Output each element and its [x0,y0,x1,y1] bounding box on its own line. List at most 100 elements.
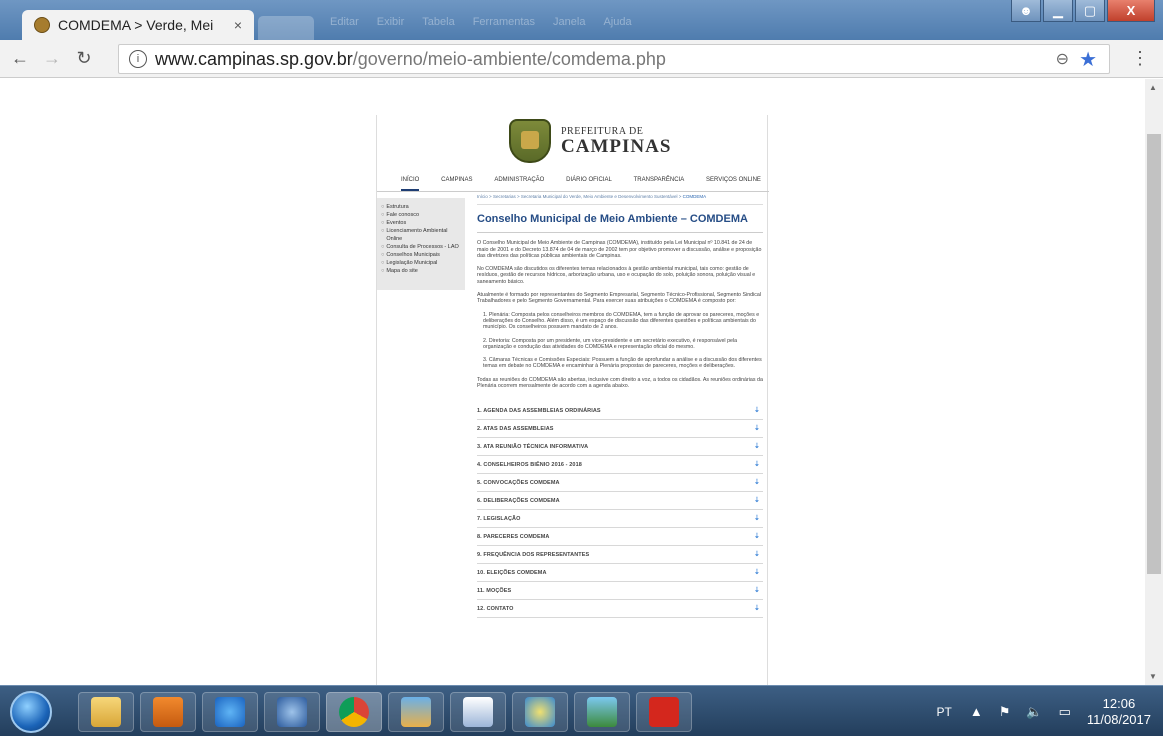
nav-item-transparencia[interactable]: TRANSPARÊNCIA [634,177,685,191]
info-icon[interactable]: i [129,50,147,68]
download-arrow-icon: ⇣ [754,496,760,504]
camaras-paragraph: 3. Câmaras Técnicas e Comissões Especiai… [483,357,762,370]
sidebar-item-licenciamento[interactable]: ○ Licenciamento Ambiental Online [381,227,461,243]
breadcrumb-link[interactable]: Secretarias [493,194,516,199]
language-indicator[interactable]: PT [937,705,952,719]
tab-close-icon[interactable]: × [234,17,242,33]
nav-item-administracao[interactable]: ADMINISTRAÇÃO [494,177,544,191]
breadcrumb-separator: > [516,194,520,199]
sidebar-item-legislacao[interactable]: ○ Legislação Municipal [381,259,461,267]
writer-document-icon[interactable] [450,692,506,732]
accordion-item[interactable]: 12. CONTATO ⇣ [477,600,763,619]
sidebar-item-label: Eventos [386,220,407,226]
media-player-icon[interactable] [140,692,196,732]
volume-icon[interactable]: 🔈 [1026,704,1042,720]
zoom-icon[interactable]: ⊖ [1056,49,1069,69]
accordion-item[interactable]: 1. AGENDA DAS ASSEMBLEIAS ORDINÁRIAS ⇣ [477,402,763,421]
forward-arrow-icon[interactable]: → [40,48,64,69]
bullet-icon: ○ [381,228,385,234]
sidebar-item-conselhos[interactable]: ○ Conselhos Municipais [381,251,461,259]
accordion-item[interactable]: 8. PARECERES COMDEMA ⇣ [477,528,763,547]
breadcrumb-link[interactable]: Início [477,194,488,199]
reload-icon[interactable]: ↻ [72,48,96,69]
prefeitura-logo[interactable]: PREFEITURA DE CAMPINAS [509,119,671,163]
new-tab-button[interactable] [258,16,314,40]
background-window-menu: Editar Exibir Tabela Ferramentas Janela … [330,16,632,28]
topics-paragraph: No COMDEMA são discutidos os diferentes … [477,266,756,285]
scroll-up-icon[interactable]: ▲ [1149,83,1157,92]
sidebar-item-label: Mapa do site [386,268,418,274]
nav-item-campinas[interactable]: CAMPINAS [441,177,472,191]
bg-menu-item: Ferramentas [472,16,536,28]
sidebar-item-label: Conselhos Municipais [386,252,440,258]
sidebar-item-fale-conosco[interactable]: ○ Fale conosco [381,211,461,219]
composition-paragraph: Atualmente é formado por representantes … [477,292,762,305]
sidebar-item-consulta-processos[interactable]: ○ Consulta de Processos - LAO [381,243,461,251]
accordion-list: 1. AGENDA DAS ASSEMBLEIAS ORDINÁRIAS ⇣ 2.… [477,402,763,619]
address-bar[interactable]: i www.campinas.sp.gov.br /governo/meio-a… [118,44,1110,74]
acrobat-reader-icon[interactable] [636,692,692,732]
accordion-item[interactable]: 10. ELEIÇÕES COMDEMA ⇣ [477,564,763,583]
sidebar-item-eventos[interactable]: ○ Eventos [381,219,461,227]
accordion-item[interactable]: 6. DELIBERAÇÕES COMDEMA ⇣ [477,492,763,511]
internet-explorer-icon[interactable] [202,692,258,732]
start-button[interactable] [10,691,52,733]
paint-icon[interactable] [512,692,568,732]
accordion-item[interactable]: 2. ATAS DAS ASSEMBLEIAS ⇣ [477,420,763,439]
coat-of-arms-icon [509,119,551,163]
breadcrumb-link[interactable]: Secretaria Municipal do Verde, Meio Ambi… [521,194,678,199]
sidebar-item-estrutura[interactable]: ○ Estrutura [381,203,461,211]
sidebar-item-label: Legislação Municipal [386,260,438,266]
bg-menu-item: Editar [330,16,359,28]
accordion-item[interactable]: 9. FREQUÊNCIA DOS REPRESENTANTES ⇣ [477,546,763,565]
action-center-flag-icon[interactable]: ⚑ [999,704,1011,720]
nav-item-inicio[interactable]: INÍCIO [401,177,420,191]
scroll-down-icon[interactable]: ▼ [1149,672,1157,681]
chrome-icon[interactable] [326,692,382,732]
window-controls: ☻ ▁ ▢ X [1011,0,1155,22]
accordion-label: 4. CONSELHEIROS BIÊNIO 2016 - 2018 [477,461,582,468]
maximize-button[interactable]: ▢ [1075,0,1105,22]
sidebar-menu: ○ Estrutura ○ Fale conosco ○ Eventos ○ Licen… [377,198,465,290]
nav-item-servicos-online[interactable]: SERVIÇOS ONLINE [706,177,761,191]
thunderbird-icon[interactable] [264,692,320,732]
sidebar-item-mapa[interactable]: ○ Mapa do site [381,267,461,275]
breadcrumb-separator: > [678,194,682,199]
browser-toolbar: ← → ↻ i www.campinas.sp.gov.br /governo/… [0,40,1163,78]
bullet-icon: ○ [381,268,385,274]
accordion-label: 2. ATAS DAS ASSEMBLEIAS [477,425,554,432]
download-arrow-icon: ⇣ [754,532,760,540]
accordion-item[interactable]: 7. LEGISLAÇÃO ⇣ [477,510,763,529]
bg-menu-item: Ajuda [603,16,632,28]
file-explorer-icon[interactable] [78,692,134,732]
accordion-item[interactable]: 4. CONSELHEIROS BIÊNIO 2016 - 2018 ⇣ [477,456,763,475]
taskbar: PT ▲ ⚑ 🔈 ▭ 12:06 11/08/2017 [0,685,1163,736]
back-arrow-icon[interactable]: ← [8,48,32,69]
minimize-button[interactable]: ▁ [1043,0,1073,22]
photo-viewer-icon[interactable] [574,692,630,732]
accordion-label: 7. LEGISLAÇÃO [477,515,521,522]
sidebar-item-label: Estrutura [386,204,409,210]
close-window-button[interactable]: X [1107,0,1155,22]
download-arrow-icon: ⇣ [754,586,760,594]
browser-tab-active[interactable]: COMDEMA > Verde, Mei × [22,10,254,40]
accordion-item[interactable]: 11. MOÇÕES ⇣ [477,582,763,601]
network-icon[interactable]: ▭ [1059,704,1071,720]
presentation-app-icon[interactable] [388,692,444,732]
breadcrumb-current: COMDEMA [682,194,707,199]
user-profile-icon[interactable]: ☻ [1011,0,1041,22]
nav-item-diario-oficial[interactable]: DIÁRIO OFICIAL [566,177,612,191]
clock-date: 11/08/2017 [1086,711,1151,727]
system-tray: PT ▲ ⚑ 🔈 ▭ 12:06 11/08/2017 [937,686,1163,737]
download-arrow-icon: ⇣ [754,568,760,576]
scrollbar-thumb[interactable] [1147,134,1161,574]
accordion-label: 9. FREQUÊNCIA DOS REPRESENTANTES [477,551,590,558]
system-clock[interactable]: 12:06 11/08/2017 [1087,696,1151,728]
browser-menu-icon[interactable]: ⋮ [1131,48,1149,69]
vertical-scrollbar[interactable]: ▲ ▼ [1145,79,1163,685]
bookmark-star-icon[interactable]: ★ [1079,47,1097,72]
accordion-item[interactable]: 5. CONVOCAÇÕES COMDEMA ⇣ [477,474,763,493]
show-hidden-icons-icon[interactable]: ▲ [970,704,983,719]
accordion-item[interactable]: 3. ATA REUNIÃO TÉCNICA INFORMATIVA ⇣ [477,438,763,457]
accordion-label: 12. CONTATO [477,605,514,612]
